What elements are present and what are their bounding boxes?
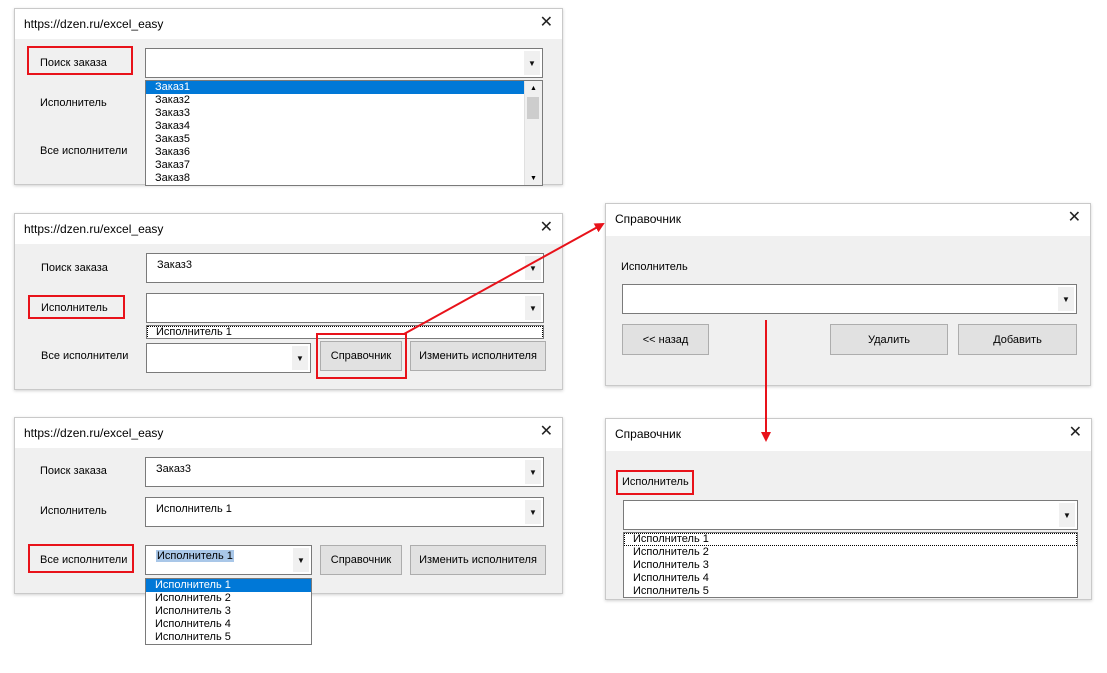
flow-arrows	[403, 223, 771, 442]
arrow-to-reference	[403, 223, 605, 335]
